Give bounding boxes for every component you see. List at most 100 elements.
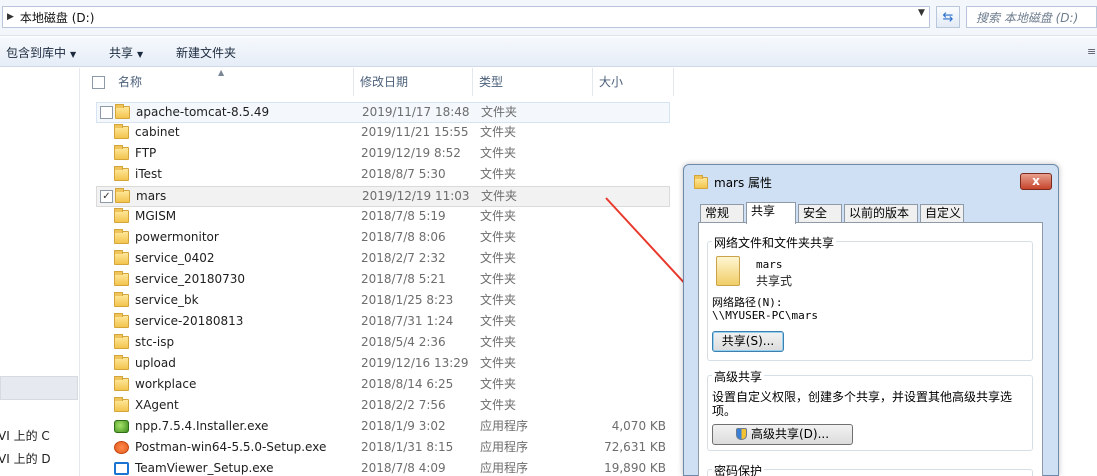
advanced-sharing-title: 高级共享 (712, 368, 765, 385)
chevron-down-icon: ▼ (70, 50, 77, 59)
file-date: 2018/1/25 8:23 (361, 293, 454, 307)
folder-icon (114, 376, 129, 391)
tab-general[interactable]: 常规 (700, 204, 744, 223)
table-row[interactable]: npp.7.5.4.Installer.exe 2018/1/9 3:02 应用程序… (96, 417, 670, 438)
file-date: 2019/12/19 8:52 (361, 146, 461, 160)
table-row[interactable]: ✓ mars 2019/12/19 11:03 文件夹 (96, 186, 670, 207)
address-field[interactable]: ▶ 本地磁盘 (D:) (2, 6, 930, 28)
file-date: 2018/8/14 6:25 (361, 377, 454, 391)
tab-previous-versions[interactable]: 以前的版本 (844, 204, 918, 223)
column-header: ▲ 名称 修改日期 类型 大小 (84, 68, 674, 96)
file-type: 文件夹 (480, 272, 517, 286)
address-dropdown-icon[interactable]: ▼ (918, 8, 925, 18)
close-button[interactable]: x (1020, 173, 1052, 190)
command-toolbar: 包含到库中 ▼ 共享 ▼ 新建文件夹 ≡ (0, 37, 1097, 67)
table-row[interactable]: powermonitor 2018/7/8 8:06 文件夹 (96, 228, 670, 249)
column-type[interactable]: 类型 (473, 68, 593, 96)
file-size: 4,070 KB (611, 419, 666, 433)
file-date: 2018/8/7 5:30 (361, 167, 446, 181)
file-name: XAgent (135, 398, 179, 412)
share-button[interactable]: 共享 ▼ (109, 44, 143, 61)
breadcrumb-chevron-icon[interactable]: ▶ (7, 12, 14, 22)
table-row[interactable]: TeamViewer_Setup.exe 2018/7/8 4:09 应用程序 19,… (96, 459, 670, 476)
table-row[interactable]: service-20180813 2018/7/31 1:24 文件夹 (96, 312, 670, 333)
search-input[interactable]: 搜索 本地磁盘 (D:) (966, 6, 1097, 28)
row-checkbox[interactable] (100, 106, 113, 119)
file-type: 文件夹 (480, 293, 517, 307)
share-status: 共享式 (756, 274, 793, 288)
table-row[interactable]: apache-tomcat-8.5.49 2019/11/17 18:48 文件夹 (96, 102, 670, 123)
tab-customize[interactable]: 自定义 (920, 204, 964, 223)
view-options-icon[interactable]: ≡ (1087, 45, 1096, 58)
nav-item-drive-c[interactable]: VI 上的 C (0, 427, 50, 444)
properties-dialog: mars 属性 x 常规 共享 安全 以前的版本 自定义 网络文件和文件夹共享 … (683, 164, 1059, 476)
file-name: stc-isp (135, 335, 175, 349)
folder-icon (114, 292, 129, 307)
file-name: service-20180813 (135, 314, 244, 328)
file-type: 文件夹 (480, 209, 517, 223)
select-all-checkbox[interactable] (92, 76, 105, 89)
file-type: 文件夹 (480, 377, 517, 391)
column-date[interactable]: 修改日期 (354, 68, 473, 96)
folder-icon (115, 188, 130, 203)
refresh-icon[interactable]: ⇆ (936, 6, 960, 28)
folder-icon (114, 229, 129, 244)
advanced-sharing-button[interactable]: 高级共享(D)... (712, 424, 853, 445)
file-name: service_20180730 (135, 272, 246, 286)
share-label: 共享 (109, 46, 134, 60)
table-row[interactable]: FTP 2019/12/19 8:52 文件夹 (96, 144, 670, 165)
dialog-body: 网络文件和文件夹共享 mars 共享式 网络路径(N): \\MYUSER-PC… (698, 222, 1043, 476)
dialog-title: mars 属性 (714, 176, 773, 190)
file-date: 2018/5/4 2:36 (361, 335, 446, 349)
shared-folder-name: mars (756, 258, 783, 271)
file-name: iTest (135, 167, 162, 181)
table-row[interactable]: iTest 2018/8/7 5:30 文件夹 (96, 165, 670, 186)
file-date: 2018/7/8 4:09 (361, 461, 446, 475)
file-type: 文件夹 (481, 189, 518, 203)
file-type: 文件夹 (481, 105, 518, 119)
file-date: 2019/12/19 11:03 (362, 189, 470, 203)
include-in-library-button[interactable]: 包含到库中 ▼ (6, 44, 76, 61)
file-type: 文件夹 (480, 398, 517, 412)
file-name: npp.7.5.4.Installer.exe (135, 419, 269, 433)
table-row[interactable]: stc-isp 2018/5/4 2:36 文件夹 (96, 333, 670, 354)
file-type: 文件夹 (480, 335, 517, 349)
table-row[interactable]: cabinet 2019/11/21 15:55 文件夹 (96, 123, 670, 144)
file-date: 2018/2/7 2:32 (361, 251, 446, 265)
table-row[interactable]: upload 2019/12/16 13:29 文件夹 (96, 354, 670, 375)
file-name: TeamViewer_Setup.exe (135, 461, 274, 475)
file-name: FTP (135, 146, 157, 160)
table-row[interactable]: service_bk 2018/1/25 8:23 文件夹 (96, 291, 670, 312)
folder-icon (114, 271, 129, 286)
folder-icon (114, 355, 129, 370)
column-size[interactable]: 大小 (593, 68, 674, 96)
table-row[interactable]: Postman-win64-5.5.0-Setup.exe 2018/1/31 8… (96, 438, 670, 459)
tab-sharing[interactable]: 共享 (746, 202, 796, 224)
network-path-label: 网络路径(N): (712, 296, 783, 309)
new-folder-button[interactable]: 新建文件夹 (176, 44, 236, 61)
tab-security[interactable]: 安全 (798, 204, 842, 223)
file-date: 2018/7/31 1:24 (361, 314, 454, 328)
file-name: workplace (135, 377, 197, 391)
new-folder-label: 新建文件夹 (176, 46, 237, 60)
folder-icon (114, 334, 129, 349)
column-name[interactable]: 名称 (112, 68, 354, 96)
folder-icon (694, 174, 708, 189)
advanced-sharing-description: 设置自定义权限，创建多个共享，并设置其他高级共享选项。 (712, 390, 1013, 418)
file-name: Postman-win64-5.5.0-Setup.exe (135, 440, 327, 454)
network-path-value: \\MYUSER-PC\mars (712, 309, 818, 322)
table-row[interactable]: service_0402 2018/2/7 2:32 文件夹 (96, 249, 670, 270)
file-type: 文件夹 (480, 356, 517, 370)
file-size: 19,890 KB (604, 461, 666, 475)
table-row[interactable]: XAgent 2018/2/2 7:56 文件夹 (96, 396, 670, 417)
file-date: 2019/11/21 15:55 (361, 125, 469, 139)
nav-item-drive-d[interactable]: VI 上的 D (0, 450, 51, 467)
share-button[interactable]: 共享(S)... (712, 331, 784, 352)
table-row[interactable]: workplace 2018/8/14 6:25 文件夹 (96, 375, 670, 396)
nav-selected-item[interactable] (0, 376, 78, 400)
advanced-sharing-button-label: 高级共享(D)... (750, 427, 830, 441)
table-row[interactable]: service_20180730 2018/7/8 5:21 文件夹 (96, 270, 670, 291)
table-row[interactable]: MGISM 2018/7/8 5:19 文件夹 (96, 207, 670, 228)
file-date: 2018/1/9 3:02 (361, 419, 446, 433)
row-checkbox[interactable]: ✓ (100, 190, 113, 203)
